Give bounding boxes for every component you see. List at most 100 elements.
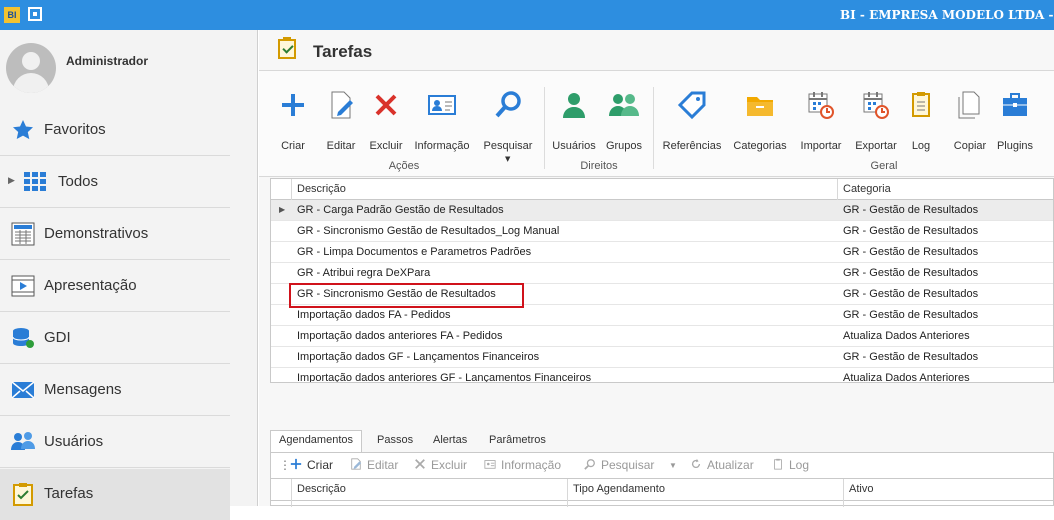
avatar[interactable] bbox=[6, 43, 56, 93]
table-row[interactable]: GR - Sincronismo Gestão de Resultados_Lo… bbox=[271, 221, 1053, 242]
atualizar-label: Atualizar bbox=[707, 458, 754, 472]
users-icon bbox=[11, 432, 35, 450]
editar-label: Editar bbox=[367, 458, 399, 472]
categorias-button[interactable]: Categorias bbox=[729, 85, 791, 155]
tab-agendamentos[interactable]: Agendamentos bbox=[270, 430, 362, 452]
app-logo: BI bbox=[4, 7, 20, 23]
table-row[interactable]: ▶ GR - Carga Padrão Gestão de Resultados… bbox=[271, 200, 1053, 221]
column-header-categoria[interactable]: Categoria bbox=[843, 183, 891, 195]
column-header-ativo[interactable]: Ativo bbox=[849, 483, 873, 495]
sidebar-item-tarefas[interactable]: Tarefas bbox=[0, 469, 230, 520]
pesquisar-agendamento-button[interactable]: Pesquisar bbox=[583, 458, 654, 472]
expand-arrow-icon[interactable]: ▶ bbox=[8, 176, 15, 186]
informacao-button[interactable]: Informação bbox=[411, 85, 473, 155]
table-row[interactable]: Importação dados GF - Lançamentos Financ… bbox=[271, 347, 1053, 368]
tasks-grid: Descrição Categoria ▶ GR - Carga Padrão … bbox=[270, 178, 1054, 383]
cell-categoria: GR - Gestão de Resultados bbox=[843, 309, 979, 321]
column-header-descricao[interactable]: Descrição bbox=[297, 483, 346, 495]
column-separator[interactable] bbox=[843, 479, 844, 507]
ribbon-toolbar: Criar Editar Excluir Informação Pesquisa… bbox=[259, 70, 1054, 177]
sidebar-item-label: Usuários bbox=[44, 433, 104, 450]
sidebar-item-label: Demonstrativos bbox=[44, 225, 149, 242]
referencias-button[interactable]: Referências bbox=[659, 85, 725, 155]
sidebar-item-favoritos[interactable]: Favoritos bbox=[0, 105, 230, 156]
excluir-agendamento-button[interactable]: Excluir bbox=[413, 458, 467, 472]
window-icon[interactable] bbox=[28, 7, 42, 21]
column-separator bbox=[291, 479, 292, 507]
pesquisar-button[interactable]: Pesquisar ▼ bbox=[479, 85, 537, 163]
sidebar-item-gdi[interactable]: GDI bbox=[0, 313, 230, 364]
editar-label: Editar bbox=[326, 140, 356, 152]
cell-descricao: GR - Sincronismo Gestão de Resultados_Lo… bbox=[297, 225, 560, 237]
atualizar-button[interactable]: Atualizar bbox=[689, 458, 754, 472]
grupos-button[interactable]: Grupos bbox=[601, 85, 647, 155]
tab-alertas[interactable]: Alertas bbox=[433, 430, 467, 452]
table-row[interactable]: GR - Limpa Documentos e Parametros Padrõ… bbox=[271, 242, 1053, 263]
log-button[interactable]: Log bbox=[907, 85, 935, 155]
sidebar-item-label: Mensagens bbox=[44, 381, 122, 398]
ribbon-separator bbox=[653, 87, 654, 169]
cell-categoria: GR - Gestão de Resultados bbox=[843, 204, 979, 216]
table-row[interactable]: Importação dados anteriores GF - Lançame… bbox=[271, 368, 1053, 382]
refresh-icon bbox=[691, 458, 701, 468]
edit-icon bbox=[351, 458, 362, 470]
column-header-tipo-agendamento[interactable]: Tipo Agendamento bbox=[573, 483, 665, 495]
star-icon bbox=[13, 120, 33, 140]
export-calendar-icon bbox=[863, 92, 889, 119]
sidebar-item-demonstrativos[interactable]: Demonstrativos bbox=[0, 209, 230, 260]
pesquisar-label: Pesquisar bbox=[483, 140, 533, 152]
cell-categoria: GR - Gestão de Resultados bbox=[843, 246, 979, 258]
cell-categoria: GR - Gestão de Resultados bbox=[843, 267, 979, 279]
log-icon bbox=[774, 458, 782, 470]
criar-agendamento-button[interactable]: Criar bbox=[289, 458, 333, 472]
log-agendamento-button[interactable]: Log bbox=[771, 458, 809, 472]
tab-passos[interactable]: Passos bbox=[377, 430, 413, 452]
editar-agendamento-button[interactable]: Editar bbox=[349, 458, 398, 472]
search-icon bbox=[584, 459, 595, 470]
grid-icon bbox=[24, 172, 46, 191]
copiar-button[interactable]: Copiar bbox=[949, 85, 991, 155]
excluir-button[interactable]: Excluir bbox=[365, 85, 407, 155]
group-label-direitos: Direitos bbox=[580, 160, 618, 172]
cell-descricao: GR - Limpa Documentos e Parametros Padrõ… bbox=[297, 246, 532, 258]
table-row[interactable]: GR - Atribui regra DeXPara GR - Gestão d… bbox=[271, 263, 1053, 284]
tab-parametros[interactable]: Parâmetros bbox=[489, 430, 546, 452]
cell-categoria: GR - Gestão de Resultados bbox=[843, 288, 979, 300]
pesquisar-label: Pesquisar bbox=[601, 458, 655, 472]
user-name: Administrador bbox=[66, 54, 149, 68]
sidebar-item-usuarios[interactable]: Usuários bbox=[0, 417, 230, 468]
report-icon bbox=[11, 222, 35, 246]
search-icon bbox=[495, 91, 521, 118]
exportar-label: Exportar bbox=[855, 140, 897, 152]
plugins-button[interactable]: Plugins bbox=[993, 85, 1037, 155]
informacao-agendamento-button[interactable]: Informação bbox=[483, 458, 561, 472]
sidebar-item-label: Todos bbox=[58, 173, 99, 190]
table-row[interactable]: Importação dados FA - Pedidos GR - Gestã… bbox=[271, 305, 1053, 326]
sidebar-item-mensagens[interactable]: Mensagens bbox=[0, 365, 230, 416]
cell-categoria: GR - Gestão de Resultados bbox=[843, 351, 979, 363]
grupos-label: Grupos bbox=[605, 140, 643, 152]
dropdown-arrow-icon[interactable]: ▼ bbox=[505, 155, 510, 163]
page-title: Tarefas bbox=[313, 42, 373, 61]
highlight-box bbox=[289, 283, 524, 308]
sidebar-item-apresentacao[interactable]: Apresentação bbox=[0, 261, 230, 312]
sidebar-item-label: Favoritos bbox=[44, 121, 106, 138]
cell-descricao: Importação dados FA - Pedidos bbox=[297, 309, 451, 321]
folder-icon bbox=[747, 97, 773, 116]
user-icon bbox=[563, 93, 585, 118]
window-title: BI - EMPRESA MODELO LTDA - Bas bbox=[840, 8, 1054, 22]
importar-button[interactable]: Importar bbox=[795, 85, 847, 155]
column-header-descricao[interactable]: Descrição bbox=[297, 183, 346, 195]
editar-button[interactable]: Editar bbox=[319, 85, 363, 155]
exportar-button[interactable]: Exportar bbox=[851, 85, 901, 155]
table-row[interactable]: Importação dados anteriores FA - Pedidos… bbox=[271, 326, 1053, 347]
usuarios-button[interactable]: Usuários bbox=[549, 85, 599, 155]
copiar-label: Copiar bbox=[953, 140, 987, 152]
log-label: Log bbox=[789, 458, 810, 472]
plus-icon bbox=[282, 94, 304, 116]
criar-button[interactable]: Criar bbox=[273, 85, 313, 155]
sidebar-item-todos[interactable]: ▶ Todos bbox=[0, 157, 230, 208]
column-separator[interactable] bbox=[567, 479, 568, 507]
dropdown-arrow-icon[interactable]: ▼ bbox=[669, 461, 677, 470]
sidebar: Administrador Favoritos ▶ Todos Demonstr… bbox=[0, 30, 258, 520]
